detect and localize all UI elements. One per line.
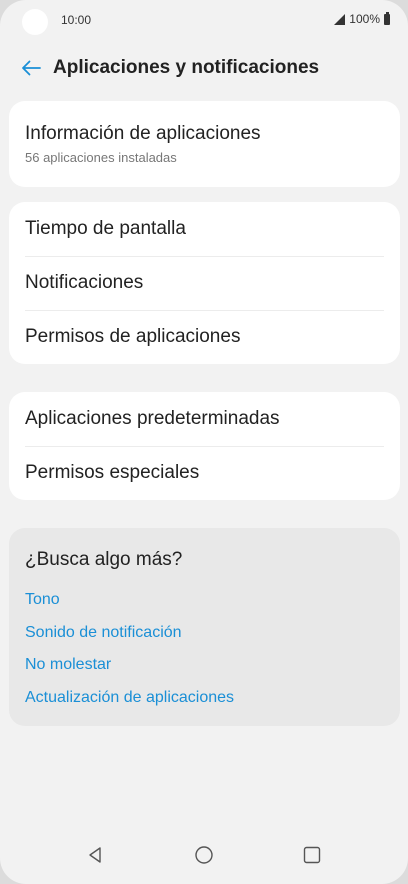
back-button[interactable] bbox=[18, 55, 44, 81]
notifications-label: Notificaciones bbox=[25, 272, 144, 293]
phone-screen: 10:00 100% Aplicaciones y notificaciones… bbox=[0, 0, 408, 884]
status-time: 10:00 bbox=[61, 13, 92, 27]
app-info-title: Información de aplicaciones bbox=[25, 123, 261, 144]
battery-percent: 100% bbox=[349, 12, 380, 26]
nav-back-button[interactable] bbox=[80, 840, 110, 870]
status-indicators: 100% bbox=[334, 11, 390, 26]
suggestion-link-do-not-disturb[interactable]: No molestar bbox=[9, 649, 400, 682]
special-permissions-item[interactable]: Permisos especiales bbox=[9, 446, 400, 500]
default-apps-label: Aplicaciones predeterminadas bbox=[25, 408, 280, 429]
suggestion-link-tone[interactable]: Tono bbox=[9, 584, 400, 617]
navigation-bar bbox=[0, 828, 408, 884]
app-info-card: Información de aplicaciones 56 aplicacio… bbox=[9, 101, 400, 187]
settings-group-2: Aplicaciones predeterminadas Permisos es… bbox=[9, 392, 400, 500]
app-info-row[interactable]: Información de aplicaciones 56 aplicacio… bbox=[9, 101, 400, 187]
circle-home-icon bbox=[195, 846, 213, 864]
square-recents-icon bbox=[303, 846, 321, 864]
suggestion-link-app-updates[interactable]: Actualización de aplicaciones bbox=[9, 682, 400, 715]
page-title: Aplicaciones y notificaciones bbox=[53, 57, 320, 78]
screen-time-item[interactable]: Tiempo de pantalla bbox=[9, 202, 400, 256]
nav-home-button[interactable] bbox=[189, 840, 219, 870]
app-info-subtitle: 56 aplicaciones instaladas bbox=[25, 150, 177, 165]
app-header: Aplicaciones y notificaciones bbox=[0, 48, 408, 88]
signal-icon bbox=[334, 13, 346, 25]
settings-group-1: Tiempo de pantalla Notificaciones Permis… bbox=[9, 202, 400, 364]
screen-time-label: Tiempo de pantalla bbox=[25, 218, 186, 239]
suggestion-link-notification-sound[interactable]: Sonido de notificación bbox=[9, 617, 400, 650]
front-camera bbox=[22, 9, 48, 35]
app-permissions-label: Permisos de aplicaciones bbox=[25, 326, 241, 347]
suggestions-card: ¿Busca algo más? Tono Sonido de notifica… bbox=[9, 528, 400, 726]
app-permissions-item[interactable]: Permisos de aplicaciones bbox=[9, 310, 400, 364]
nav-recents-button[interactable] bbox=[297, 840, 327, 870]
arrow-left-icon bbox=[22, 60, 41, 76]
notifications-item[interactable]: Notificaciones bbox=[9, 256, 400, 310]
default-apps-item[interactable]: Aplicaciones predeterminadas bbox=[9, 392, 400, 446]
special-permissions-label: Permisos especiales bbox=[25, 462, 200, 483]
battery-icon bbox=[384, 11, 390, 25]
status-bar: 10:00 100% bbox=[0, 0, 408, 40]
suggestions-title: ¿Busca algo más? bbox=[25, 549, 183, 570]
triangle-back-icon bbox=[89, 847, 101, 863]
